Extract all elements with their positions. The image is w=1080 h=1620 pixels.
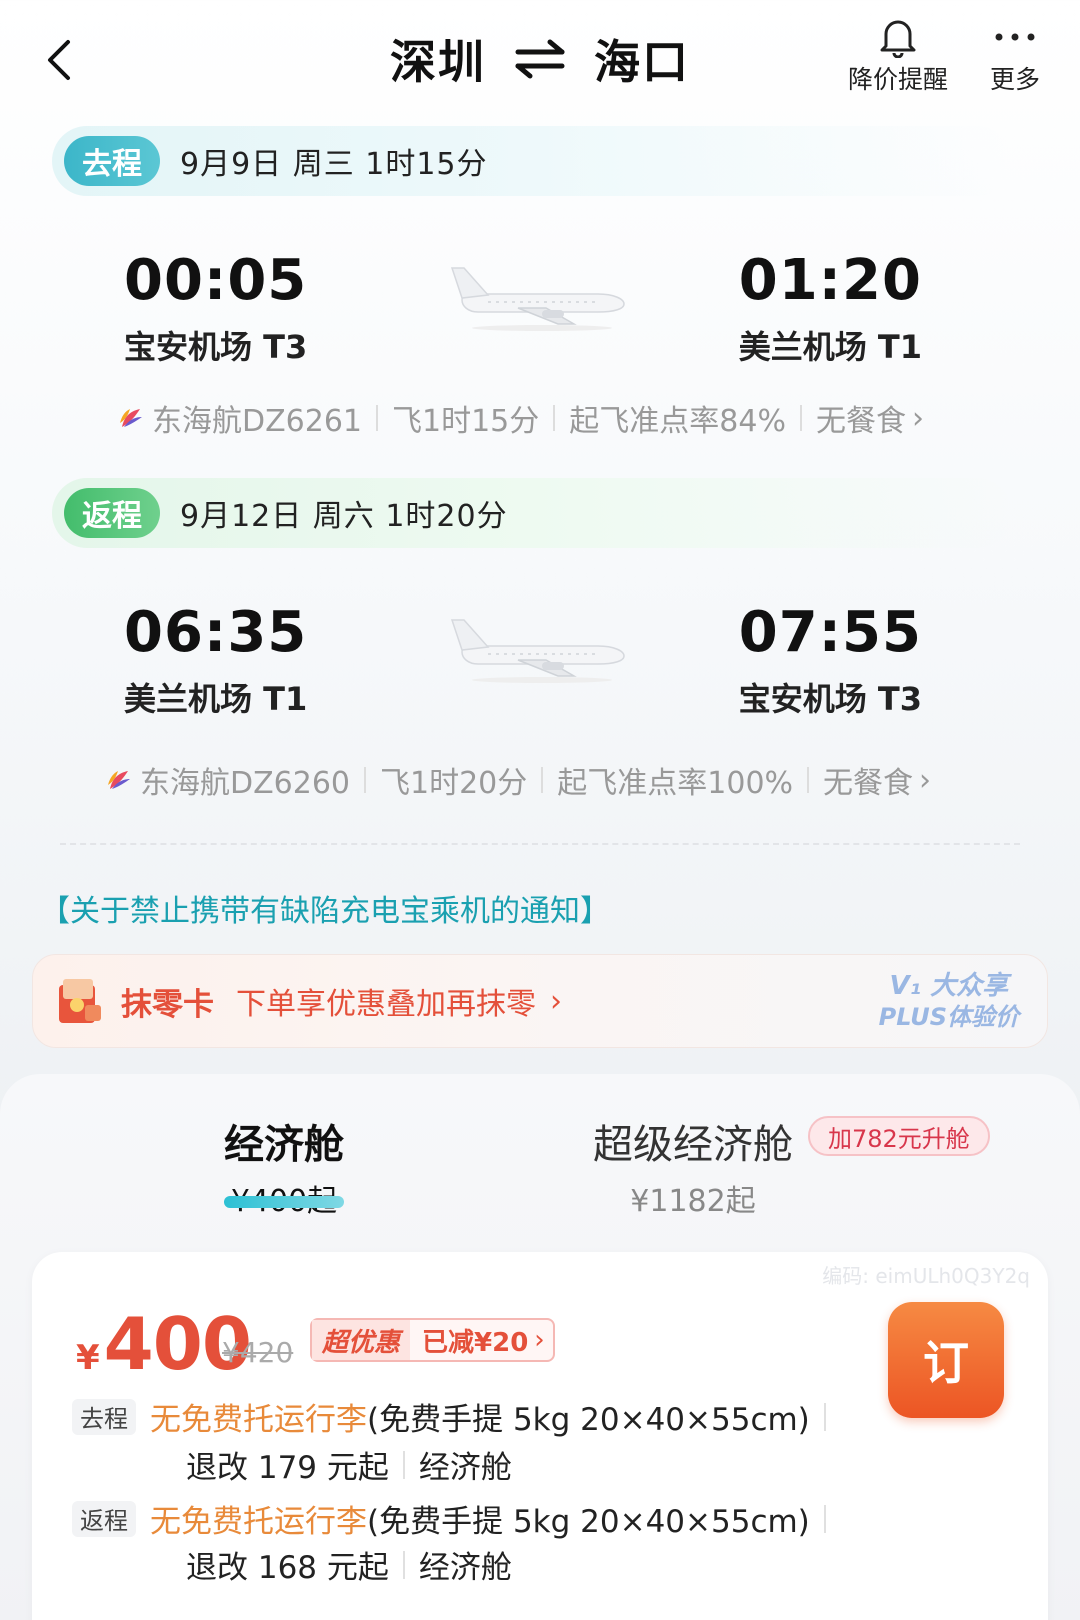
price-alert-button[interactable]: 降价提醒 [848,14,948,96]
discount-tag[interactable]: 超优惠 已减¥20 › [310,1318,555,1362]
inbound-flight-details[interactable]: 东海航DZ6260 飞1时20分 起飞准点率100% 无餐食 › [106,758,931,802]
divider [402,1550,405,1579]
inbound-rules-row[interactable]: 退改 168 元起 经济舱 [186,1542,512,1587]
chevron-left-icon [48,40,70,80]
plus-badge-line2: PLUS体验价 [878,1003,1019,1031]
airplane-icon [450,619,625,683]
airline-flight-no: 东海航DZ6261 [152,404,362,439]
leg-tag: 返程 [72,1500,136,1537]
promo-card[interactable]: 抹零卡 下单享优惠叠加再抹零 › V₁ 大众享 PLUS体验价 [32,954,1048,1048]
on-time-rate: 起飞准点率84% [569,404,786,439]
inbound-arrive-airport: 宝安机场 T3 [738,680,922,718]
inbound-date-info: 9月12日 周六 1时20分 [180,499,508,534]
carry-on-info: (免费手提 5kg 20×40×55cm) [367,1504,810,1540]
outbound-arrive-airport: 美兰机场 T1 [738,328,922,366]
outbound-rules-row[interactable]: 退改 179 元起 经济舱 [186,1442,512,1487]
economy-name: 经济舱 [224,1122,344,1168]
outbound-baggage-row: 去程 无免费托运行李 (免费手提 5kg 20×40×55cm) [72,1394,840,1439]
outbound-date-info: 9月9日 周三 1时15分 [180,147,488,182]
divider [553,405,556,431]
swap-arrows-icon[interactable] [514,39,566,79]
destination-city: 海口 [594,35,690,89]
currency-symbol: ¥ [76,1338,100,1378]
upgrade-badge: 加782元升舱 [808,1116,990,1156]
meal-info: 无餐食 [815,404,906,439]
inbound-depart-time: 06:35 [124,600,308,665]
outbound-depart-time: 00:05 [124,248,308,313]
divider [402,1450,405,1479]
fare-card: 编码: eimULh0Q3Y2q ¥ 400 ¥420 超优惠 已减¥20 › … [32,1252,1048,1620]
red-envelope-icon [59,979,101,1023]
divider [823,1402,826,1431]
divider [823,1504,826,1533]
carry-on-info: (免费手提 5kg 20×40×55cm) [367,1402,810,1438]
price-alert-label: 降价提醒 [848,65,949,94]
header: 深圳 海口 降价提醒 更多 [0,0,1080,120]
original-price: ¥420 [222,1336,294,1369]
chevron-right-icon: › [911,400,924,436]
premium-price: ¥1182起 [630,1184,756,1219]
divider [807,767,810,793]
promo-subtitle: 下单享优惠叠加再抹零 [236,987,536,1022]
cabin-class: 经济舱 [418,1550,512,1586]
dashed-divider [60,843,1020,845]
divider [541,767,544,793]
discount-label: 超优惠 [312,1320,411,1360]
tab-premium-economy[interactable]: 超级经济舱 ¥1182起 [584,1112,802,1220]
chevron-right-icon: › [550,983,562,1019]
fare-code: 编码: eimULh0Q3Y2q [822,1264,1030,1288]
checked-baggage-info: 无免费托运行李 [150,1504,367,1540]
origin-city: 深圳 [390,35,486,89]
inbound-tag: 返程 [64,488,160,538]
outbound-arrive-time: 01:20 [738,248,922,313]
book-button[interactable]: 订 [888,1302,1004,1418]
inbound-baggage-row: 返程 无免费托运行李 (免费手提 5kg 20×40×55cm) [72,1496,840,1541]
airline-flight-no: 东海航DZ6260 [140,766,350,801]
more-button[interactable]: 更多 [990,14,1040,96]
plus-badge: V₁ 大众享 PLUS体验价 [879,971,1019,1033]
divider [799,405,802,431]
bell-icon [880,20,916,58]
divider [376,405,378,431]
more-dots-icon [995,33,1035,41]
airplane-icon [450,267,625,331]
premium-name: 超级经济舱 [593,1122,793,1168]
change-fee: 退改 168 元起 [186,1550,389,1586]
more-label: 更多 [990,65,1041,94]
outbound-banner: 去程 9月9日 周三 1时15分 [52,126,1012,196]
chevron-right-icon: › [919,762,932,798]
plus-badge-line1: V₁ 大众享 [889,971,1009,1001]
back-button[interactable] [40,36,80,84]
outbound-depart-airport: 宝安机场 T3 [124,328,308,366]
route-title: 深圳 海口 [390,26,690,92]
outbound-flight-details[interactable]: 东海航DZ6261 飞1时15分 起飞准点率84% 无餐食 › [118,396,924,440]
active-tab-indicator [224,1196,344,1208]
leg-tag: 去程 [72,1398,136,1435]
flight-duration: 飞1时15分 [392,404,540,439]
divider [364,767,366,793]
airline-logo-icon [108,771,130,789]
meal-info: 无餐食 [823,766,914,801]
flight-duration: 飞1时20分 [380,766,528,801]
airline-logo-icon [120,409,142,427]
discount-amount: 已减¥20 [422,1327,529,1358]
inbound-arrive-time: 07:55 [738,600,922,665]
checked-baggage-info: 无免费托运行李 [150,1402,367,1438]
change-fee: 退改 179 元起 [186,1450,389,1486]
on-time-rate: 起飞准点率100% [557,766,794,801]
inbound-banner: 返程 9月12日 周六 1时20分 [52,478,1012,548]
promo-title: 抹零卡 [121,986,214,1023]
chevron-right-icon: › [534,1325,545,1355]
outbound-tag: 去程 [64,136,160,186]
inbound-depart-airport: 美兰机场 T1 [124,680,308,718]
powerbank-notice-link[interactable]: 【关于禁止携带有缺陷充电宝乘机的通知】 [40,886,610,930]
cabin-class: 经济舱 [418,1450,512,1486]
